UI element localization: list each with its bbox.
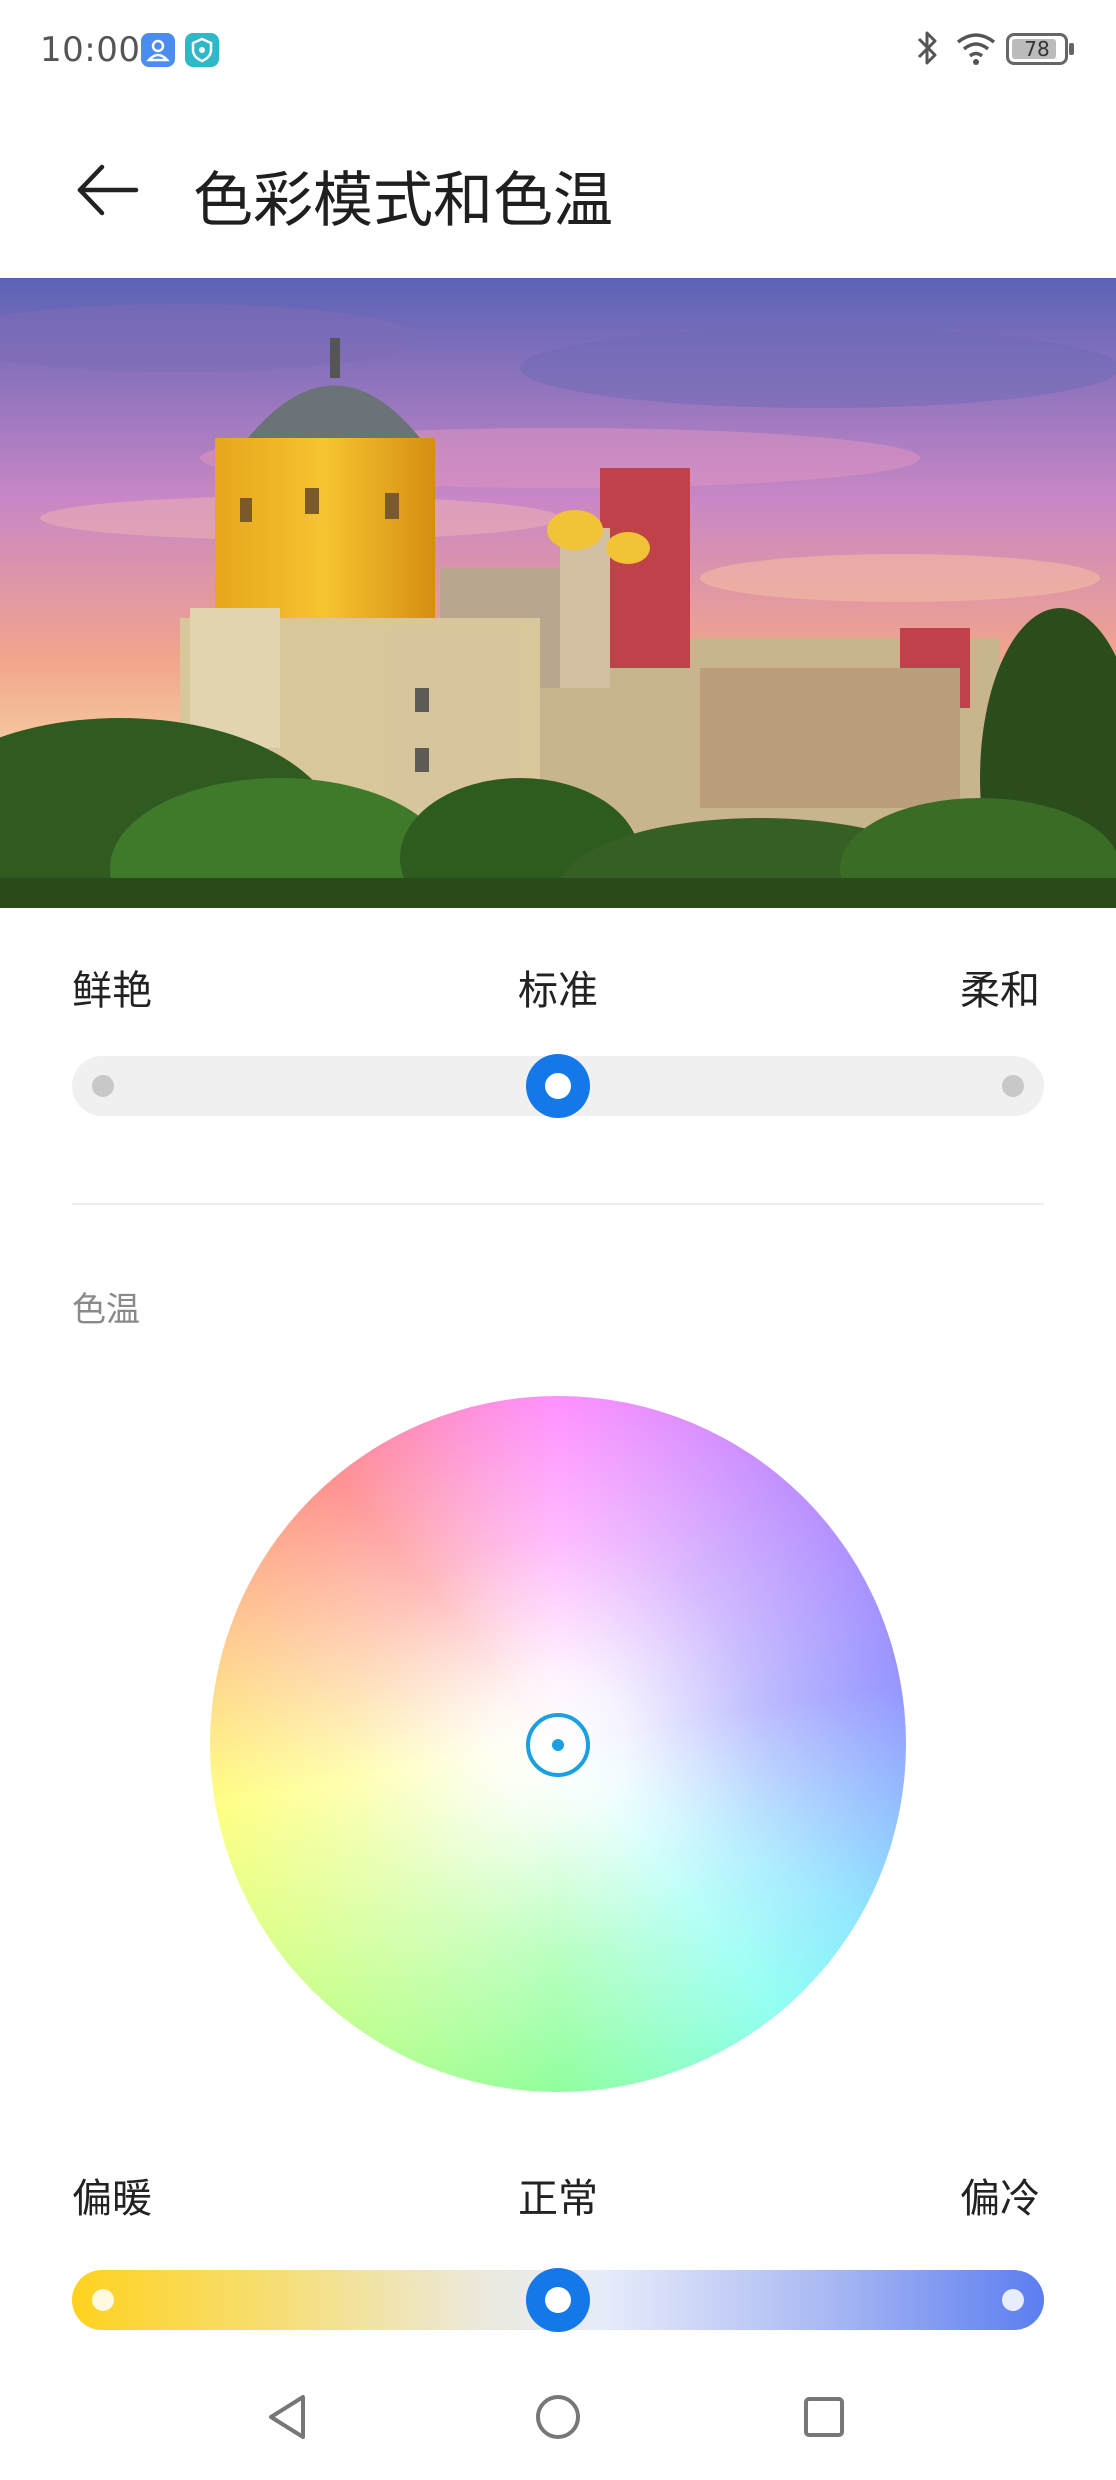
shield-icon <box>185 33 219 67</box>
temperature-min-dot <box>92 2289 114 2311</box>
status-bar: 10:00 78 <box>0 0 1116 100</box>
temperature-normal-label: 正常 <box>518 2176 598 2222</box>
color-temperature-section-title: 色温 <box>72 1290 140 1330</box>
temperature-cool-label: 偏冷 <box>960 2176 1040 2222</box>
nav-back-button[interactable] <box>253 2382 323 2452</box>
page-title: 色彩模式和色温 <box>193 166 613 236</box>
wifi-icon <box>954 26 998 70</box>
battery-icon: 78 <box>1006 33 1074 65</box>
color-temperature-slider[interactable] <box>72 2268 1044 2332</box>
color-mode-slider-thumb[interactable] <box>526 1054 590 1118</box>
home-circle-icon <box>536 2395 580 2439</box>
arrow-left-icon <box>77 164 139 216</box>
nav-recents-button[interactable] <box>789 2382 859 2452</box>
color-wheel-knob[interactable] <box>526 1713 590 1777</box>
recents-square-icon <box>804 2397 844 2437</box>
back-triangle-icon <box>269 2395 305 2439</box>
color-mode-soft-label[interactable]: 柔和 <box>960 958 1040 1016</box>
nav-home-button[interactable] <box>523 2382 593 2452</box>
app-header: 色彩模式和色温 <box>0 100 1116 276</box>
status-time: 10:00 <box>40 30 141 70</box>
divider <box>72 1203 1044 1205</box>
color-mode-slider[interactable] <box>72 1054 1044 1118</box>
color-mode-step-dot[interactable] <box>1002 1075 1024 1097</box>
back-button[interactable] <box>72 155 142 225</box>
color-mode-vivid-label[interactable]: 鲜艳 <box>72 958 152 1016</box>
temperature-warm-label: 偏暖 <box>72 2176 152 2222</box>
color-mode-standard-label[interactable]: 标准 <box>518 958 598 1016</box>
bluetooth-icon <box>910 28 944 68</box>
color-mode-screen: 10:00 78 色彩模式和色温 鲜艳 标准 柔和 色温 偏暖 正常 偏冷 <box>0 0 1116 2480</box>
color-mode-step-dot[interactable] <box>92 1075 114 1097</box>
temperature-max-dot <box>1002 2289 1024 2311</box>
battery-level: 78 <box>1024 37 1050 61</box>
user-icon <box>141 33 175 67</box>
color-temperature-slider-thumb[interactable] <box>526 2268 590 2332</box>
preview-image <box>0 278 1116 908</box>
navigation-bar <box>0 2360 1116 2480</box>
